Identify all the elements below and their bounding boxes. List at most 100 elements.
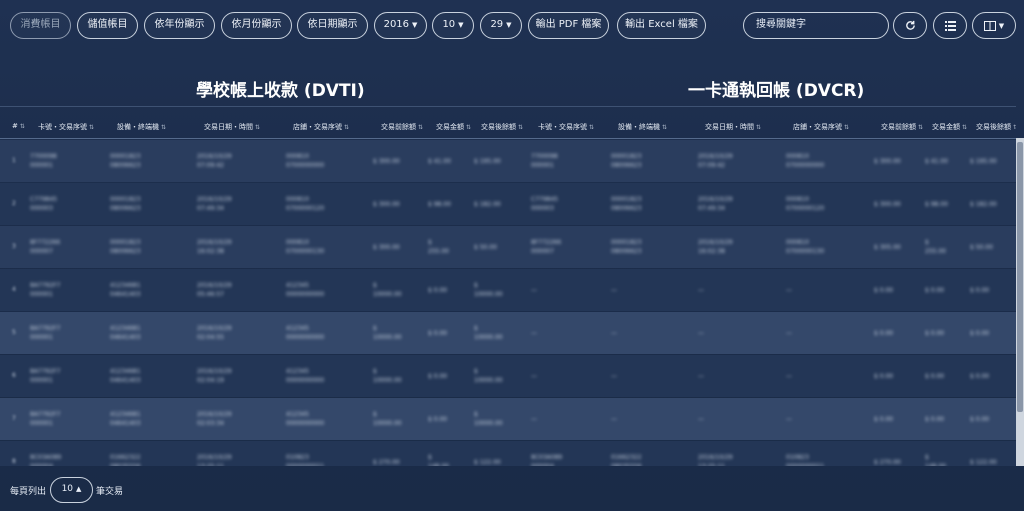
show-by-year-button[interactable]: 依年份顯示 [144, 12, 215, 39]
cell-line: 10000.00 [373, 420, 402, 427]
table-cell: $ 0.00 [428, 329, 447, 338]
table-cell: $ 0.00 [874, 286, 893, 295]
column-header[interactable]: 交易後餘額⇅ [976, 122, 1016, 132]
column-header[interactable]: 店鋪・交易序號 ⇅ [793, 122, 849, 132]
table-cell: $10000.00 [474, 367, 503, 385]
cell-line: — [611, 330, 617, 337]
table-cell: $ 270.00 [874, 458, 901, 466]
table-cell: 2016/10/2913:25:11 [698, 453, 733, 466]
cell-line: $ 0.00 [874, 330, 894, 337]
table-cell: 2016/10/29 07:49:34 [197, 195, 232, 213]
column-header[interactable]: 卡號・交易序號 ⇅ [538, 122, 594, 132]
column-header[interactable]: 交易日期・時間 ⇅ [705, 122, 761, 132]
table-cell: 000810 0700000130 [786, 238, 824, 256]
sort-icon: ⇅ [756, 124, 762, 131]
cell-line: 08006623 [611, 162, 642, 169]
export-pdf-button[interactable]: 輸出 PDF 檔案 [528, 12, 609, 39]
cell-line: 000001 [30, 377, 53, 384]
cell-line: 2016/10/29 [197, 454, 232, 461]
cell-line: $ 182.00 [474, 201, 501, 208]
scrollbar-thumb[interactable] [1017, 142, 1023, 412]
column-header[interactable]: 交易前餘額 ⇅ [881, 122, 923, 132]
column-header[interactable]: 卡號・交易序號 ⇅ [38, 122, 94, 132]
page-size-dropdown[interactable]: 10 ▲ [50, 477, 93, 503]
table-row[interactable]: 4 8A7792F7 000001 41234681 04641403 2016/10/2… [0, 269, 1016, 311]
cell-line: 01662322 [110, 454, 141, 461]
column-header[interactable]: 交易後餘額⇅ [481, 122, 523, 132]
sort-icon: ⇅ [662, 124, 668, 131]
table-cell: $ 98.00 [925, 200, 948, 209]
day-dropdown[interactable]: 29 ▼ [480, 12, 522, 39]
table-cell: $ 0.00 [925, 329, 944, 338]
cell-line: $ 0.00 [970, 330, 990, 337]
cell-line: — [698, 330, 704, 337]
cell-line: 08006623 [611, 205, 642, 212]
page-size-prefix: 每頁列出 [10, 487, 47, 497]
table-row[interactable]: 5 8A7792F7 000001 41234681 04641403 2016/10/2… [0, 312, 1016, 354]
stored-value-ledger-button[interactable]: 儲值帳目 [77, 12, 138, 39]
cell-line: 04641403 [110, 420, 141, 427]
show-by-date-button[interactable]: 依日期顯示 [297, 12, 368, 39]
cell-line: — [698, 416, 704, 423]
cell-line: 02:04:19 [197, 377, 224, 384]
cell-line: 10000.00 [474, 377, 503, 384]
year-dropdown[interactable]: 2016 ▼ [374, 12, 427, 39]
column-header[interactable]: 交易日期・時間 ⇅ [204, 122, 260, 132]
cell-line: 000001 [30, 334, 53, 341]
table-row[interactable]: 3 8F772266 000007 00001823 08006623 2016/10/2… [0, 226, 1016, 268]
column-header[interactable]: 設備・終端機 ⇅ [117, 122, 166, 132]
expense-ledger-button[interactable]: 消費帳目 [10, 12, 71, 39]
cell-line: $ 0.00 [428, 287, 448, 294]
cell-line: $ 300.00 [874, 158, 901, 165]
cell-line: — [786, 373, 792, 380]
table-cell: $ 0.00 [874, 372, 893, 381]
export-excel-button[interactable]: 輸出 Excel 檔案 [617, 12, 706, 39]
cell-line: 05:46:57 [197, 291, 224, 298]
refresh-button[interactable] [893, 12, 927, 39]
search-input[interactable]: 搜尋關鍵字 [743, 12, 889, 39]
month-dropdown[interactable]: 10 ▼ [432, 12, 474, 39]
cell-line: $ 0.00 [874, 287, 894, 294]
cell-line: $ [474, 282, 478, 289]
column-header[interactable]: 交易金額 ⇅ [932, 122, 967, 132]
table-row[interactable]: 2 C779845 000003 00001823 08006623 2016/10/29… [0, 183, 1016, 225]
sort-icon: ⇅ [255, 124, 261, 131]
cell-line: 000001 [30, 291, 53, 298]
table-cell: $255.00 [925, 238, 946, 256]
table-row[interactable]: 6 8A7792F7 000001 41234681 04641403 2016/10/2… [0, 355, 1016, 397]
table-row[interactable]: 7 8A7792F7 000001 41234681 04641403 2016/10/2… [0, 398, 1016, 440]
table-cell: $148.00 [925, 453, 946, 466]
table-row[interactable]: 88C03A08900000401662322080355562016/10/2… [0, 441, 1016, 466]
cell-line: 8F772266 [531, 239, 562, 246]
show-by-month-button[interactable]: 依月份顯示 [221, 12, 292, 39]
table-cell: $ 122.00 [474, 458, 501, 466]
column-header[interactable]: 交易前餘額 ⇅ [381, 122, 423, 132]
chevron-up-icon: ▲ [76, 485, 82, 493]
cell-line: $ 270.00 [373, 459, 400, 466]
cell-line: $ 195.00 [474, 158, 501, 165]
cell-line: $ 182.00 [970, 201, 997, 208]
table-cell: 00001823 08006623 [110, 152, 141, 170]
table-cell: $ 50.00 [474, 243, 497, 252]
table-cell: 000810 0700000000 [786, 152, 824, 170]
cell-line: $ [474, 411, 478, 418]
cell-line: 000001 [30, 420, 53, 427]
table-cell: 8A7792F7 000001 [30, 324, 60, 342]
cell-line: 148.00 [925, 462, 946, 466]
columns-toggle-button[interactable]: ▼ [972, 12, 1016, 39]
table-row[interactable]: 1 7700098 000001 00001823 08006623 2016/10/29… [0, 140, 1016, 182]
table-cell: — [611, 329, 617, 338]
cell-line: $ [373, 325, 377, 332]
column-header[interactable]: 交易金額 ⇅ [436, 122, 471, 132]
column-header[interactable]: 店鋪・交易序號 ⇅ [293, 122, 349, 132]
column-header[interactable]: # ⇅ [12, 122, 25, 130]
list-view-button[interactable] [933, 12, 967, 39]
cell-line: 02:04:55 [197, 334, 224, 341]
cell-line: 8A7792F7 [30, 282, 61, 289]
column-header[interactable]: 設備・終端機 ⇅ [618, 122, 667, 132]
vertical-scrollbar[interactable] [1016, 138, 1024, 466]
sort-icon: ⇅ [466, 124, 472, 131]
cell-line: 2016/10/29 [197, 325, 232, 332]
cell-line: $ 305.00 [874, 244, 901, 251]
cell-line: 00001823 [611, 153, 642, 160]
